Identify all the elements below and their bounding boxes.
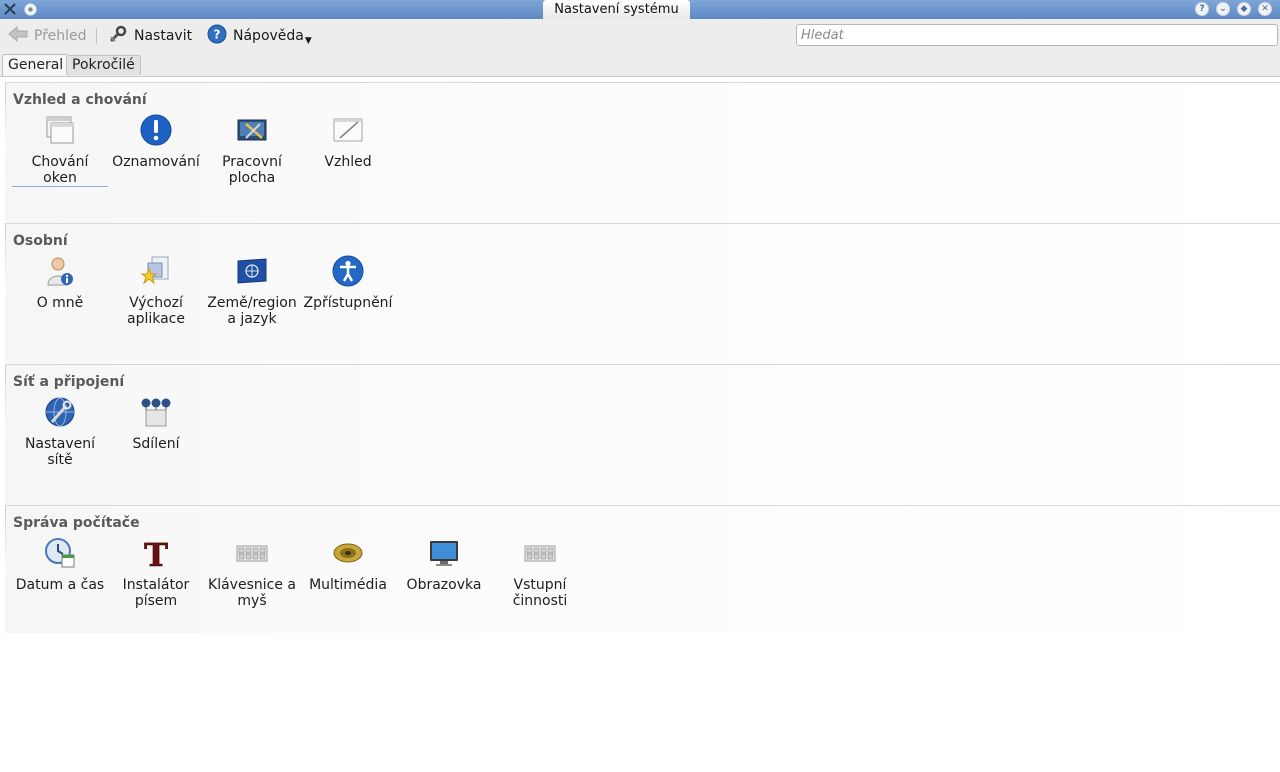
section-network: Síť a připojení Nastavení sítě Sdílení xyxy=(5,364,1280,506)
item-label: Výchozí aplikace xyxy=(127,295,185,327)
section-appearance: Vzhled a chování Chování oken Oznamování… xyxy=(5,82,1280,224)
overview-back-button[interactable]: Přehled xyxy=(8,25,87,47)
item-label: Zpřístupnění xyxy=(303,295,393,311)
tab-general[interactable]: General xyxy=(2,54,70,76)
window-title: Nastavení systému xyxy=(543,0,690,19)
minimize-button[interactable]: ⌄ xyxy=(1216,2,1230,16)
item-default-apps[interactable]: Výchozí aplikace xyxy=(108,254,204,327)
about-me-icon xyxy=(43,254,77,288)
item-label: Chování oken xyxy=(12,154,108,187)
item-label: Oznamování xyxy=(112,154,200,170)
network-settings-icon xyxy=(43,395,77,429)
main-toolbar: Přehled Nastavit ? Nápověda ▼ xyxy=(0,19,1280,53)
accessibility-icon xyxy=(331,254,365,288)
help-menu-button[interactable]: ? Nápověda ▼ xyxy=(207,24,312,48)
section-title: Správa počítače xyxy=(13,515,140,531)
section-system-admin: Správa počítače Datum a čas T Instalátor… xyxy=(5,505,1280,633)
item-window-behavior[interactable]: Chování oken xyxy=(12,113,108,187)
section-title: Vzhled a chování xyxy=(13,92,147,108)
item-keyboard-mouse[interactable]: Klávesnice a myš xyxy=(204,536,300,609)
tab-bar: General Pokročilé xyxy=(0,53,1280,77)
item-label: Nastavení sítě xyxy=(24,436,96,468)
item-notifications[interactable]: Oznamování xyxy=(108,113,204,170)
item-label: Obrazovka xyxy=(406,577,482,593)
sharing-icon xyxy=(139,395,173,429)
item-multimedia[interactable]: Multimédia xyxy=(300,536,396,593)
help-window-button[interactable]: ? xyxy=(1195,2,1209,16)
item-label: Sdílení xyxy=(132,436,180,452)
window-behavior-icon xyxy=(43,113,77,147)
input-actions-icon xyxy=(523,536,557,570)
maximize-button[interactable]: ◆ xyxy=(1237,2,1251,16)
tab-advanced[interactable]: Pokročilé xyxy=(66,55,141,75)
help-label: Nápověda xyxy=(233,28,304,44)
clock-icon xyxy=(43,536,77,570)
svg-text:?: ? xyxy=(214,28,221,42)
item-desktop[interactable]: Pracovní plocha xyxy=(204,113,300,186)
item-label: Instalátor písem xyxy=(122,577,190,609)
configure-button[interactable]: Nastavit xyxy=(108,25,192,47)
pin-icon[interactable] xyxy=(23,2,37,16)
settings-content: Vzhled a chování Chování oken Oznamování… xyxy=(0,77,1280,772)
close-button[interactable]: ✕ xyxy=(1258,2,1272,16)
item-label: Multimédia xyxy=(309,577,387,593)
section-title: Osobní xyxy=(13,233,68,249)
keyboard-icon xyxy=(235,536,269,570)
item-label: Datum a čas xyxy=(15,577,105,593)
item-sharing[interactable]: Sdílení xyxy=(108,395,204,452)
item-locale[interactable]: Země/region a jazyk xyxy=(204,254,300,327)
default-apps-icon xyxy=(139,254,173,288)
monitor-icon xyxy=(427,536,461,570)
item-network-settings[interactable]: Nastavení sítě xyxy=(12,395,108,468)
wrench-icon xyxy=(108,24,128,48)
search-input[interactable] xyxy=(796,24,1278,46)
notifications-icon xyxy=(139,113,173,147)
configure-label: Nastavit xyxy=(134,28,193,44)
help-icon: ? xyxy=(207,24,227,48)
item-display[interactable]: Obrazovka xyxy=(396,536,492,593)
item-date-time[interactable]: Datum a čas xyxy=(12,536,108,593)
item-label: Země/region a jazyk xyxy=(207,295,297,327)
svg-text:T: T xyxy=(144,537,168,569)
chevron-down-icon: ▼ xyxy=(304,36,312,46)
item-label: Vzhled xyxy=(324,154,372,170)
title-bar: Nastavení systému ? ⌄ ◆ ✕ xyxy=(0,0,1280,19)
overview-label: Přehled xyxy=(34,28,87,44)
item-about-me[interactable]: O mně xyxy=(12,254,108,311)
item-label: O mně xyxy=(36,295,84,311)
section-personal: Osobní O mně Výchozí aplikace Země/regio… xyxy=(5,223,1280,365)
item-label: Vstupní činnosti xyxy=(512,577,568,609)
section-title: Síť a připojení xyxy=(13,374,125,390)
item-input-actions[interactable]: Vstupní činnosti xyxy=(492,536,588,609)
item-label: Pracovní plocha xyxy=(222,154,282,186)
locale-flag-icon xyxy=(235,254,269,288)
item-label: Klávesnice a myš xyxy=(208,577,296,609)
item-appearance[interactable]: Vzhled xyxy=(300,113,396,170)
settings-tools-icon[interactable] xyxy=(3,2,17,16)
appearance-icon xyxy=(331,113,365,147)
desktop-icon xyxy=(235,113,269,147)
speaker-icon xyxy=(331,536,365,570)
item-font-installer[interactable]: T Instalátor písem xyxy=(108,536,204,609)
item-accessibility[interactable]: Zpřístupnění xyxy=(300,254,396,311)
back-arrow-icon xyxy=(8,25,28,46)
font-installer-icon: T xyxy=(139,536,173,570)
toolbar-separator xyxy=(96,28,97,44)
